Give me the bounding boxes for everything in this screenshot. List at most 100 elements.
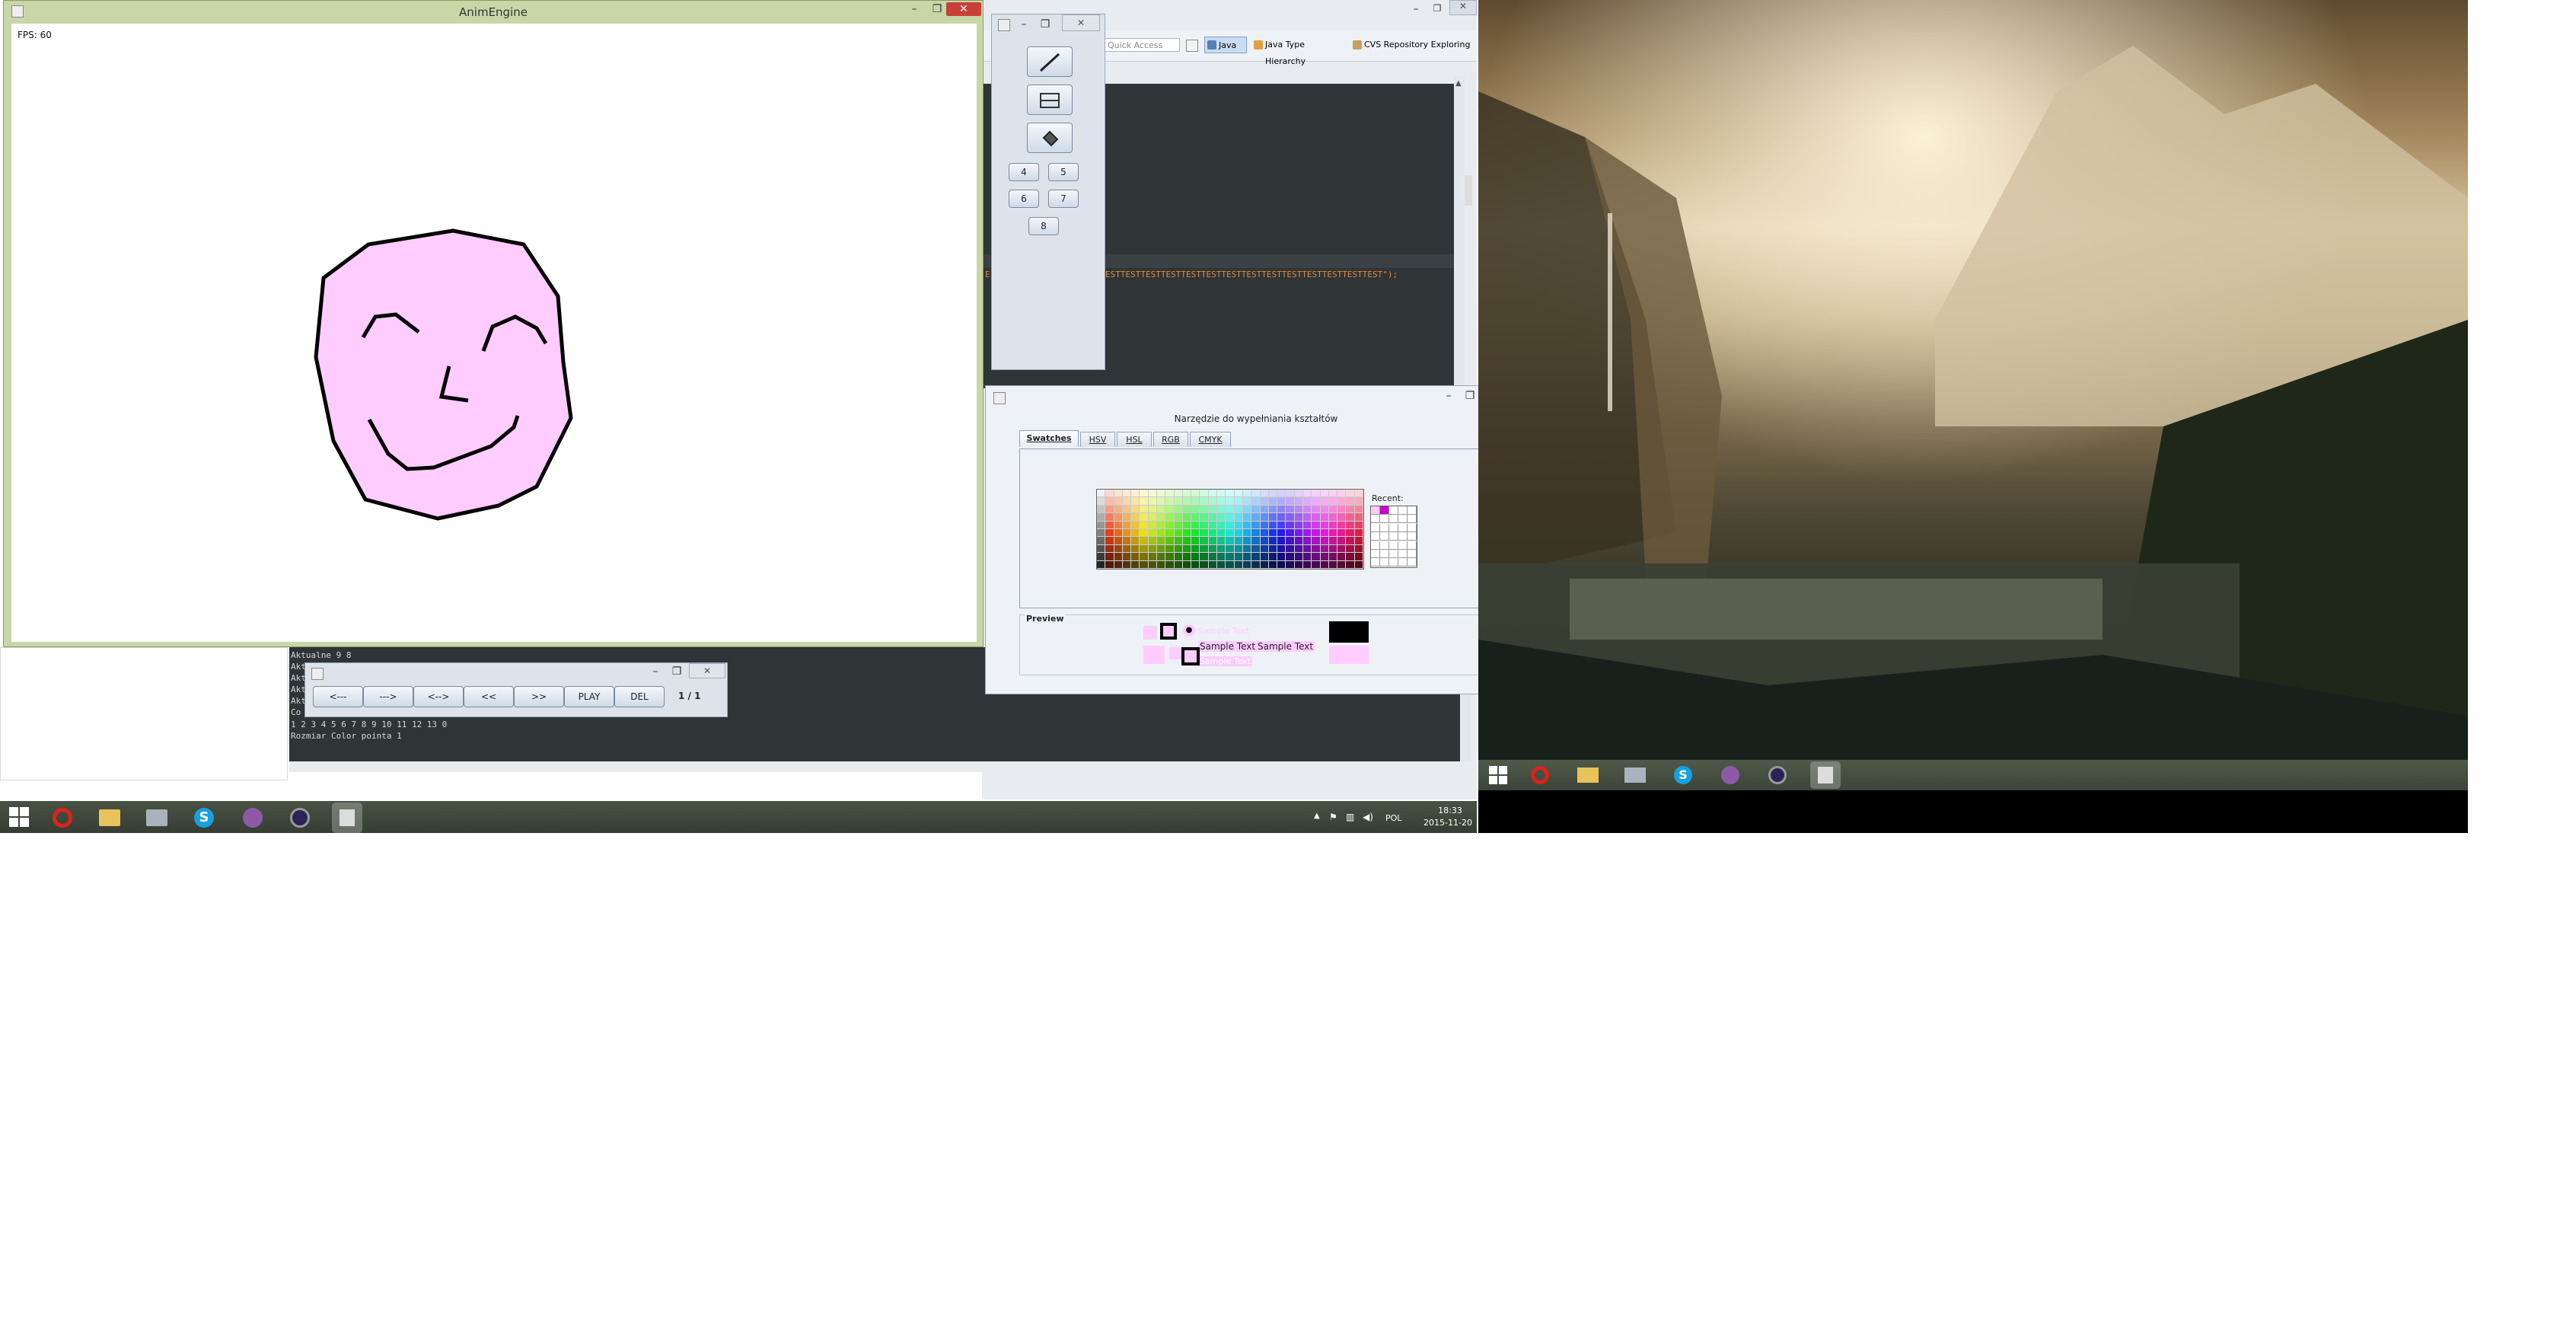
color-swatch[interactable]: [1217, 553, 1226, 560]
color-swatch[interactable]: [1337, 537, 1346, 544]
color-swatch[interactable]: [1286, 513, 1294, 521]
color-swatch[interactable]: [1320, 537, 1328, 544]
color-swatch[interactable]: [1260, 521, 1268, 528]
eclipse-restore-button[interactable]: ❐: [1430, 3, 1445, 15]
recent-swatch[interactable]: [1371, 506, 1380, 515]
color-swatch[interactable]: [1174, 497, 1182, 505]
color-swatch[interactable]: [1260, 513, 1268, 521]
color-swatch[interactable]: [1242, 505, 1251, 513]
color-swatch[interactable]: [1302, 560, 1312, 568]
color-swatch[interactable]: [1312, 553, 1320, 560]
color-swatch[interactable]: [1165, 490, 1174, 497]
color-swatch[interactable]: [1226, 529, 1234, 537]
color-swatch[interactable]: [1320, 529, 1328, 537]
tray-time[interactable]: 18:33: [1431, 806, 1469, 815]
java-taskbar-icon[interactable]: [332, 803, 362, 833]
color-swatch[interactable]: [1165, 505, 1174, 513]
tray-network-icon[interactable]: ▥: [1346, 812, 1354, 822]
color-swatch[interactable]: [1174, 505, 1182, 513]
color-swatch[interactable]: [1226, 553, 1234, 560]
recent-swatch[interactable]: [1389, 515, 1398, 524]
color-swatch[interactable]: [1328, 537, 1337, 544]
color-swatch[interactable]: [1097, 537, 1105, 544]
color-swatch[interactable]: [1286, 505, 1294, 513]
color-swatch[interactable]: [1097, 529, 1105, 537]
color-swatch[interactable]: [1320, 513, 1328, 521]
color-swatch[interactable]: [1217, 537, 1226, 544]
color-swatch[interactable]: [1346, 521, 1354, 528]
color-swatch[interactable]: [1114, 521, 1122, 528]
color-swatch[interactable]: [1354, 521, 1363, 528]
perspective-cvs[interactable]: CVS Repository Exploring: [1350, 37, 1477, 53]
rewind-button[interactable]: <<: [464, 686, 514, 707]
color-swatch[interactable]: [1328, 490, 1337, 497]
color-swatch[interactable]: [1294, 529, 1302, 537]
color-swatch[interactable]: [1208, 553, 1217, 560]
color-swatch[interactable]: [1122, 521, 1131, 528]
eclipse-minimize-button[interactable]: –: [1408, 3, 1423, 15]
color-swatch[interactable]: [1097, 513, 1105, 521]
color-swatch[interactable]: [1277, 544, 1286, 553]
start-button[interactable]: [9, 807, 29, 827]
java-taskbar-icon-2[interactable]: [1810, 761, 1841, 789]
color-swatch[interactable]: [1226, 521, 1234, 528]
face-drawing[interactable]: [11, 24, 977, 642]
number-button-7[interactable]: 7: [1048, 190, 1079, 208]
color-swatch[interactable]: [1157, 560, 1165, 568]
recent-swatch[interactable]: [1408, 506, 1417, 515]
color-swatch[interactable]: [1165, 521, 1174, 528]
color-chooser-restore-button[interactable]: ❐: [1462, 389, 1478, 403]
delete-button[interactable]: DEL: [614, 686, 665, 707]
color-swatch[interactable]: [1312, 513, 1320, 521]
disc-app-icon-2[interactable]: [1716, 761, 1746, 789]
color-swatch[interactable]: [1354, 537, 1363, 544]
color-swatch[interactable]: [1320, 505, 1328, 513]
recent-swatch[interactable]: [1398, 541, 1408, 550]
color-swatch[interactable]: [1312, 544, 1320, 553]
color-swatch[interactable]: [1200, 505, 1208, 513]
color-swatch[interactable]: [1226, 560, 1234, 568]
recent-swatch[interactable]: [1389, 541, 1398, 550]
color-swatch[interactable]: [1268, 490, 1277, 497]
recent-swatch[interactable]: [1380, 541, 1389, 550]
color-swatch[interactable]: [1208, 490, 1217, 497]
color-swatch[interactable]: [1242, 490, 1251, 497]
swatch-grid[interactable]: [1096, 489, 1364, 570]
recent-swatch[interactable]: [1380, 550, 1389, 558]
color-swatch[interactable]: [1354, 560, 1363, 568]
color-swatch[interactable]: [1114, 497, 1122, 505]
color-swatch[interactable]: [1165, 513, 1174, 521]
animengine-close-button[interactable]: ✕: [946, 2, 981, 16]
color-swatch[interactable]: [1234, 537, 1242, 544]
color-swatch[interactable]: [1302, 505, 1312, 513]
color-swatch[interactable]: [1268, 553, 1277, 560]
perspective-java-type-hierarchy[interactable]: Java Type Hierarchy: [1251, 37, 1347, 66]
recent-swatch[interactable]: [1389, 523, 1398, 532]
color-swatch[interactable]: [1140, 513, 1148, 521]
color-swatch[interactable]: [1294, 560, 1302, 568]
color-swatch[interactable]: [1174, 529, 1182, 537]
color-swatch[interactable]: [1182, 490, 1191, 497]
color-swatch[interactable]: [1191, 553, 1200, 560]
color-swatch[interactable]: [1097, 544, 1105, 553]
recent-swatch[interactable]: [1380, 523, 1389, 532]
color-swatch[interactable]: [1328, 544, 1337, 553]
color-swatch[interactable]: [1200, 521, 1208, 528]
tab-swatches[interactable]: Swatches: [1019, 430, 1079, 447]
color-swatch[interactable]: [1226, 513, 1234, 521]
color-swatch[interactable]: [1337, 560, 1346, 568]
scroll-up-arrow-icon[interactable]: ▲: [1455, 79, 1462, 88]
color-swatch[interactable]: [1217, 497, 1226, 505]
opera-icon-2[interactable]: [1526, 761, 1556, 789]
color-swatch[interactable]: [1140, 497, 1148, 505]
color-swatch[interactable]: [1157, 544, 1165, 553]
editor-scrollbar[interactable]: [1454, 76, 1465, 388]
color-swatch[interactable]: [1337, 529, 1346, 537]
color-swatch[interactable]: [1182, 513, 1191, 521]
color-swatch[interactable]: [1251, 490, 1260, 497]
color-swatch[interactable]: [1182, 553, 1191, 560]
recent-swatch[interactable]: [1408, 523, 1417, 532]
color-swatch[interactable]: [1157, 553, 1165, 560]
color-swatch[interactable]: [1148, 513, 1157, 521]
color-swatch[interactable]: [1097, 497, 1105, 505]
